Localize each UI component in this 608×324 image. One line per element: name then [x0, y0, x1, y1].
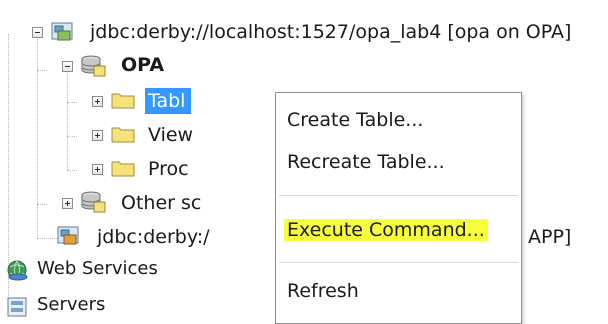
tables-folder-label[interactable]: Tabl — [145, 88, 192, 114]
collapse-toggle[interactable] — [62, 61, 73, 72]
menu-separator — [279, 262, 518, 263]
expand-toggle[interactable] — [92, 130, 103, 141]
tree-line — [67, 170, 77, 171]
menu-item-refresh[interactable]: Refresh — [287, 278, 359, 304]
connection-2-label-tail: APP] — [528, 226, 572, 248]
tree-line — [67, 70, 68, 170]
other-schemas-label[interactable]: Other sc — [121, 190, 201, 216]
servers-icon — [7, 297, 27, 317]
tree-line — [67, 136, 77, 137]
servers-label[interactable]: Servers — [37, 292, 105, 318]
tree-line — [37, 238, 57, 239]
tree-line — [37, 32, 38, 72]
folder-icon — [111, 127, 135, 143]
globe-icon — [7, 260, 28, 281]
context-menu: Create Table... Recreate Table... Execut… — [275, 92, 522, 324]
tree-line — [37, 70, 47, 71]
folder-icon — [111, 161, 135, 177]
collapse-toggle[interactable] — [32, 27, 43, 38]
tree-line — [37, 204, 47, 205]
database-icon — [81, 191, 106, 213]
database-icon — [81, 55, 106, 77]
menu-separator — [279, 195, 518, 196]
expand-toggle[interactable] — [92, 164, 103, 175]
expand-toggle[interactable] — [62, 198, 73, 209]
schema-label[interactable]: OPA — [121, 52, 164, 78]
db-connection-icon — [51, 22, 73, 41]
connection-2-label[interactable]: jdbc:derby:/ — [97, 224, 210, 250]
tree-line — [37, 70, 38, 204]
db-connection-icon — [57, 226, 79, 245]
folder-icon — [111, 93, 135, 109]
menu-item-create-table[interactable]: Create Table... — [287, 107, 423, 133]
menu-item-execute-command[interactable]: Execute Command... — [284, 217, 488, 243]
tree-line — [37, 204, 38, 238]
views-folder-label[interactable]: View — [148, 122, 193, 148]
expand-toggle[interactable] — [92, 96, 103, 107]
menu-item-recreate-table[interactable]: Recreate Table... — [287, 149, 445, 175]
execute-command-highlight: Execute Command... — [284, 219, 488, 241]
tree-line — [67, 102, 77, 103]
web-services-label[interactable]: Web Services — [37, 256, 158, 282]
connection-label[interactable]: jdbc:derby://localhost:1527/opa_lab4 [op… — [90, 19, 571, 45]
procedures-folder-label[interactable]: Proc — [148, 156, 189, 182]
